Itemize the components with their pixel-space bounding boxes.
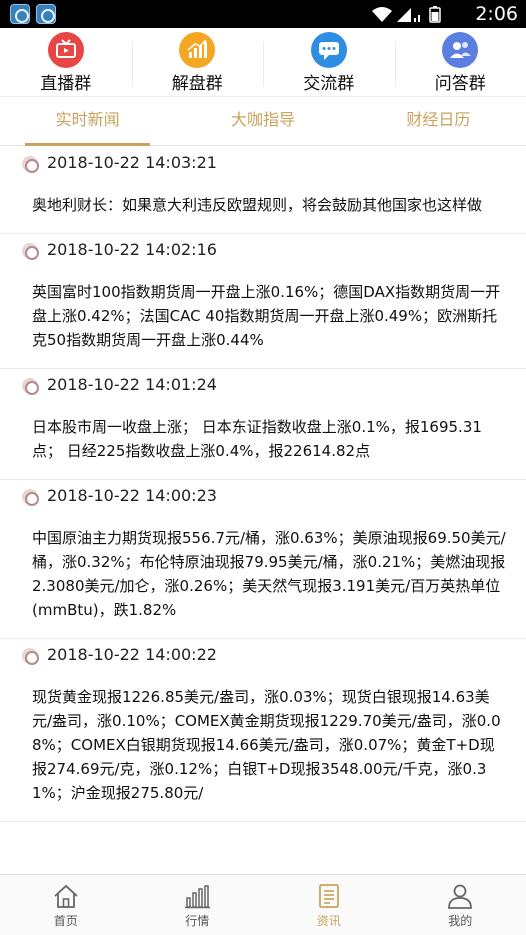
group-shortcuts: 直播群 解盘群 交流群 问答群 <box>0 28 526 96</box>
timeline-dot-icon <box>22 489 39 506</box>
news-time: 2018-10-22 14:00:22 <box>47 645 217 664</box>
news-item[interactable]: 2018-10-22 14:00:22 现货黄金现报1226.85美元/盎司，涨… <box>0 639 526 822</box>
group-label: 问答群 <box>434 74 486 94</box>
tab-realtime-news[interactable]: 实时新闻 <box>0 97 175 146</box>
news-text: 奥地利财长：如果意大利违反欧盟规则，将会鼓励其他国家也这样做 <box>32 196 483 214</box>
battery-icon <box>429 6 441 23</box>
nav-market[interactable]: 行情 <box>132 875 264 935</box>
bottom-nav: 首页 行情 资讯 我的 <box>0 874 526 935</box>
chat-icon <box>310 32 347 68</box>
news-text: 日本股市周一收盘上涨； 日本东证指数收盘上涨0.1%，报1695.31点； 日经… <box>32 418 482 460</box>
news-tabs: 实时新闻 大咖指导 财经日历 <box>0 96 526 146</box>
home-icon <box>54 884 78 908</box>
news-time: 2018-10-22 14:01:24 <box>47 375 217 394</box>
tab-expert-guidance[interactable]: 大咖指导 <box>175 97 350 145</box>
group-chat[interactable]: 交流群 <box>263 28 395 96</box>
group-analysis[interactable]: 解盘群 <box>131 28 264 96</box>
document-icon <box>318 884 339 908</box>
news-item[interactable]: 2018-10-22 14:02:16 英国富时100指数期货周一开盘上涨0.1… <box>0 234 526 369</box>
group-label: 交流群 <box>303 74 355 94</box>
nav-label: 资讯 <box>316 914 341 928</box>
timeline-dot-icon <box>22 243 39 260</box>
group-qa[interactable]: 问答群 <box>394 28 526 96</box>
people-icon <box>442 32 479 68</box>
news-item[interactable]: 2018-10-22 14:01:24 日本股市周一收盘上涨； 日本东证指数收盘… <box>0 369 526 480</box>
news-time: 2018-10-22 14:03:21 <box>47 153 217 172</box>
news-item[interactable]: 2018-10-22 14:03:21 奥地利财长：如果意大利违反欧盟规则，将会… <box>0 147 526 234</box>
nav-news[interactable]: 资讯 <box>263 875 395 935</box>
news-item[interactable]: 2018-10-22 14:00:23 中国原油主力期货现报556.7元/桶，涨… <box>0 480 526 639</box>
chart-icon <box>179 32 216 68</box>
status-icons <box>370 5 448 23</box>
timeline-dot-icon <box>22 156 39 173</box>
group-label: 解盘群 <box>171 74 223 94</box>
nav-home[interactable]: 首页 <box>0 875 132 935</box>
tab-finance-calendar[interactable]: 财经日历 <box>351 97 526 145</box>
news-text: 中国原油主力期货现报556.7元/桶，涨0.63%；美原油现报69.50美元/桶… <box>32 529 506 619</box>
status-time: 2:06 <box>475 3 518 25</box>
status-bar: 2:06 <box>0 0 526 28</box>
bar-chart-icon <box>185 885 211 909</box>
nav-label: 行情 <box>185 914 210 928</box>
group-label: 直播群 <box>40 74 92 94</box>
nav-profile[interactable]: 我的 <box>395 875 526 935</box>
tv-icon <box>47 32 84 68</box>
news-text: 现货黄金现报1226.85美元/盎司，涨0.03%；现货白银现报14.63美元/… <box>32 688 501 802</box>
news-time: 2018-10-22 14:02:16 <box>47 240 217 259</box>
news-text: 英国富时100指数期货周一开盘上涨0.16%；德国DAX指数期货周一开盘上涨0.… <box>32 283 501 349</box>
timeline-dot-icon <box>22 648 39 665</box>
app-icon <box>36 4 56 24</box>
news-list[interactable]: 2018-10-22 14:03:21 奥地利财长：如果意大利违反欧盟规则，将会… <box>0 147 526 874</box>
timeline-dot-icon <box>22 378 39 395</box>
wifi-icon <box>372 7 392 22</box>
app-icon <box>10 4 30 24</box>
user-icon <box>448 884 473 909</box>
news-time: 2018-10-22 14:00:23 <box>47 486 217 505</box>
nav-label: 我的 <box>448 914 473 928</box>
signal-icon <box>397 8 420 22</box>
nav-label: 首页 <box>53 914 78 928</box>
group-live[interactable]: 直播群 <box>0 28 132 96</box>
